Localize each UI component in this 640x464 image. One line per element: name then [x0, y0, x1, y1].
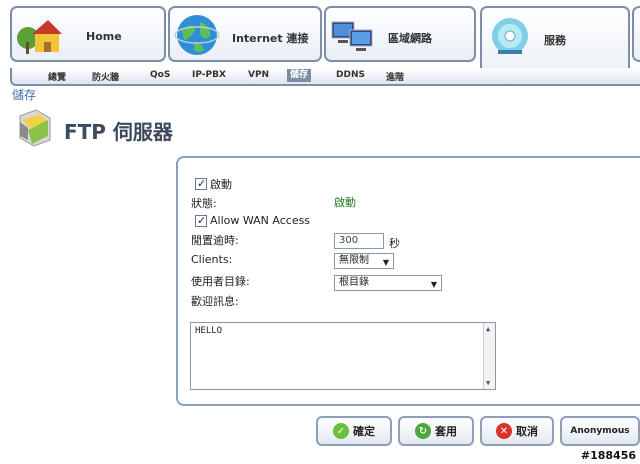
cancel-button-label: 取消 — [516, 425, 538, 438]
apply-icon: ↻ — [415, 423, 431, 439]
check-icon: ✓ — [197, 214, 207, 227]
cancel-icon: ✕ — [496, 423, 512, 439]
status-label: 狀態: — [191, 197, 217, 210]
subnav-qos[interactable]: QoS — [150, 70, 170, 80]
network-computers-icon — [331, 21, 373, 51]
scroll-up-icon[interactable]: ▲ — [486, 325, 490, 333]
allow-wan-label: Allow WAN Access — [210, 214, 311, 227]
idle-timeout-label: 閒置逾時: — [191, 234, 239, 247]
tab-services[interactable]: 服務 — [480, 6, 630, 68]
apply-button-label: 套用 — [435, 425, 457, 438]
chevron-down-icon: ▼ — [382, 258, 389, 267]
tab-home-label: Home — [86, 30, 122, 43]
anonymous-button[interactable]: Anonymous — [560, 416, 640, 446]
breadcrumb[interactable]: 儲存 — [12, 86, 36, 103]
subnav-advanced[interactable]: 進階 — [386, 70, 404, 83]
home-icon — [17, 20, 62, 54]
page-title: FTP 伺服器 — [64, 120, 173, 144]
top-navigation: Home Internet 連接 區域網路 服務 — [0, 0, 640, 68]
user-dir-select[interactable]: 根目錄 ▼ — [334, 275, 442, 291]
idle-timeout-unit: 秒 — [389, 237, 400, 250]
enable-label: 啟動 — [210, 178, 232, 191]
scroll-down-icon[interactable]: ▼ — [486, 379, 490, 387]
anonymous-button-label: Anonymous — [570, 426, 630, 436]
watermark: #188456 — [580, 449, 636, 462]
check-icon: ✓ — [197, 177, 207, 190]
allow-wan-checkbox[interactable]: ✓ — [195, 214, 207, 227]
welcome-message-textarea[interactable]: HELLO ▲ ▼ — [190, 322, 496, 390]
chevron-down-icon: ▼ — [430, 280, 437, 289]
disc-icon — [492, 18, 528, 54]
clients-label: Clients: — [191, 253, 233, 266]
welcome-label: 歡迎訊息: — [191, 295, 239, 308]
tab-services-label: 服務 — [544, 34, 566, 47]
tab-more[interactable] — [632, 6, 640, 62]
tab-lan[interactable]: 區域網路 — [324, 6, 476, 62]
user-dir-select-value: 根目錄 — [339, 277, 369, 288]
subnav-storage[interactable]: 儲存 — [287, 69, 312, 82]
status-value: 啟動 — [334, 196, 356, 209]
enable-checkbox[interactable]: ✓ — [195, 177, 207, 190]
user-dir-label: 使用者目錄: — [191, 275, 250, 288]
tab-lan-label: 區域網路 — [388, 32, 432, 45]
cancel-button[interactable]: ✕ 取消 — [480, 416, 554, 446]
subnav-vpn[interactable]: VPN — [248, 70, 269, 80]
subnav-firewall[interactable]: 防火牆 — [92, 70, 119, 83]
globe-icon — [174, 15, 220, 55]
ok-button[interactable]: ✓ 確定 — [316, 416, 392, 446]
ok-button-label: 確定 — [353, 425, 375, 438]
apply-button[interactable]: ↻ 套用 — [398, 416, 474, 446]
subnav-ddns[interactable]: DDNS — [336, 70, 365, 80]
ftp-folder-icon — [19, 109, 51, 147]
tab-internet-label: Internet 連接 — [232, 32, 309, 45]
clients-select-value: 無限制 — [339, 255, 369, 266]
sub-navigation: 總覽 防火牆 QoS IP-PBX VPN 儲存 DDNS 進階 — [10, 68, 640, 86]
textarea-scrollbar[interactable]: ▲ ▼ — [483, 323, 495, 389]
welcome-message-text: HELLO — [195, 326, 223, 336]
clients-select[interactable]: 無限制 ▼ — [334, 253, 394, 269]
tab-home[interactable]: Home — [10, 6, 166, 62]
idle-timeout-input[interactable]: 300 — [334, 233, 384, 249]
subnav-overview[interactable]: 總覽 — [48, 70, 66, 83]
tab-internet[interactable]: Internet 連接 — [168, 6, 322, 62]
subnav-ip-pbx[interactable]: IP-PBX — [192, 70, 226, 80]
check-circle-icon: ✓ — [333, 423, 349, 439]
